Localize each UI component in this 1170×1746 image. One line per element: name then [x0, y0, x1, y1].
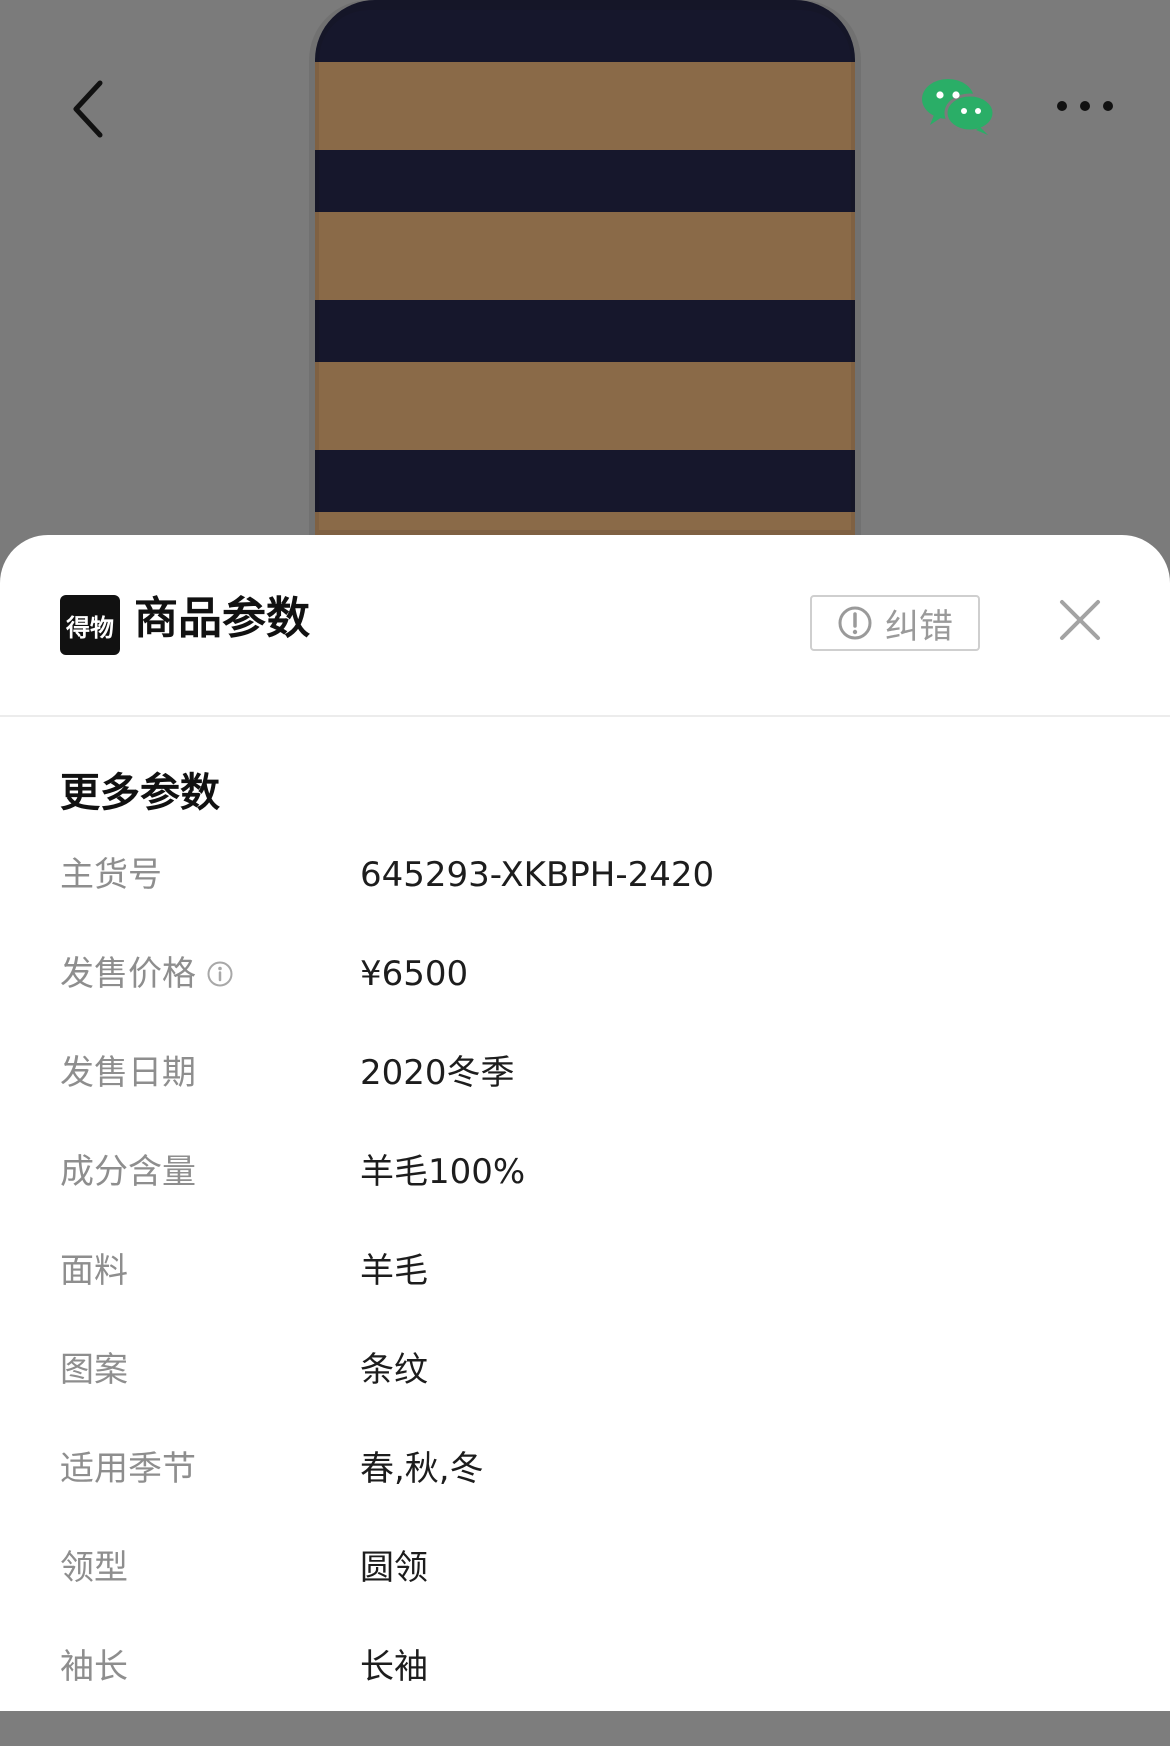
- param-label: 发售价格: [60, 954, 234, 995]
- more-button[interactable]: [1050, 92, 1120, 120]
- param-label-text: 面料: [60, 1251, 128, 1291]
- param-row: 面料 羊毛: [0, 1251, 1170, 1350]
- params-list: 主货号 645293-XKBPH-2420 发售价格 ¥6500 发售日期 20…: [0, 855, 1170, 1746]
- sheet-header: 得物 商品参数 纠错: [0, 535, 1170, 717]
- param-value: 2020冬季: [360, 1053, 515, 1093]
- param-label: 图案: [60, 1350, 128, 1391]
- dewu-logo: 得物: [60, 595, 120, 655]
- logo-text: 得物: [66, 613, 114, 642]
- product-params-sheet: 得物 商品参数 纠错 更多参数 主货号 645293-XKBPH-2420 发售…: [0, 535, 1170, 1711]
- param-row: 发售价格 ¥6500: [0, 954, 1170, 1053]
- param-label-text: 领型: [60, 1548, 128, 1588]
- param-label-text: 图案: [60, 1350, 128, 1390]
- section-title: 更多参数: [60, 770, 220, 816]
- alert-circle-icon: [838, 606, 872, 640]
- chevron-left-icon: [73, 80, 103, 138]
- wechat-icon: [922, 79, 996, 135]
- param-label-text: 适用季节: [60, 1449, 196, 1489]
- sheet-title: 商品参数: [134, 593, 310, 644]
- param-row: 图案 条纹: [0, 1350, 1170, 1449]
- param-label-text: 发售日期: [60, 1053, 196, 1093]
- report-error-button[interactable]: 纠错: [810, 595, 980, 651]
- param-label-text: 发售价格: [60, 954, 196, 994]
- share-wechat-button[interactable]: [918, 75, 1000, 137]
- param-row: 发售日期 2020冬季: [0, 1053, 1170, 1152]
- info-icon[interactable]: [206, 960, 234, 988]
- param-label-text: 成分含量: [60, 1152, 196, 1192]
- close-button[interactable]: [1050, 590, 1110, 650]
- product-image: [315, 0, 855, 540]
- param-value: 长袖: [360, 1647, 428, 1687]
- param-label: 成分含量: [60, 1152, 196, 1193]
- param-value: 645293-XKBPH-2420: [360, 855, 715, 895]
- param-row: 适用季节 春,秋,冬: [0, 1449, 1170, 1548]
- param-value: 条纹: [360, 1350, 428, 1390]
- param-value: 春,秋,冬: [360, 1449, 484, 1489]
- param-value: 圆领: [360, 1548, 428, 1588]
- param-row: 成分含量 羊毛100%: [0, 1152, 1170, 1251]
- param-label-text: 主货号: [60, 855, 162, 895]
- param-value: 羊毛100%: [360, 1152, 526, 1192]
- param-row: 主货号 645293-XKBPH-2420: [0, 855, 1170, 954]
- param-label: 发售日期: [60, 1053, 196, 1094]
- param-label: 面料: [60, 1251, 128, 1292]
- param-label: 适用季节: [60, 1449, 196, 1490]
- param-label-text: 袖长: [60, 1647, 128, 1687]
- param-value: ¥6500: [360, 954, 469, 994]
- param-label: 主货号: [60, 855, 162, 896]
- back-button[interactable]: [58, 74, 118, 144]
- close-icon: [1060, 600, 1100, 640]
- param-label: 领型: [60, 1548, 128, 1589]
- more-horizontal-icon: [1057, 101, 1113, 111]
- param-value: 羊毛: [360, 1251, 428, 1291]
- param-label: 袖长: [60, 1647, 128, 1688]
- param-row: 袖长 长袖: [0, 1647, 1170, 1746]
- report-error-label: 纠错: [885, 606, 953, 647]
- param-row: 领型 圆领: [0, 1548, 1170, 1647]
